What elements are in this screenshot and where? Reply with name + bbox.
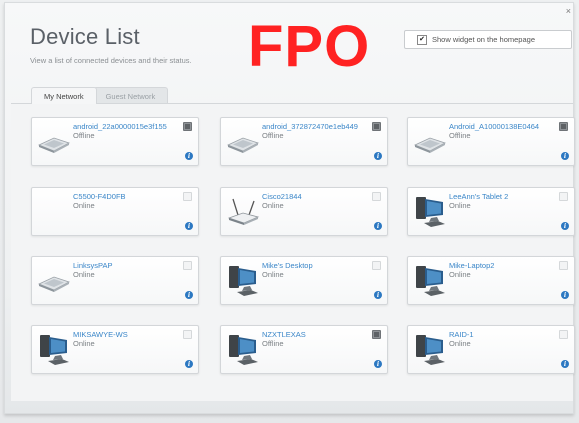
device-select-box[interactable] [372, 122, 381, 131]
phone-icon [225, 123, 261, 159]
phone-icon [36, 123, 72, 159]
info-icon[interactable]: i [374, 291, 382, 299]
device-card-11[interactable]: NZXTLEXAS Offline i [220, 325, 388, 374]
info-icon[interactable]: i [185, 152, 193, 160]
device-card-7[interactable]: LinksysPAP Online i [31, 256, 199, 305]
tab-guest-network[interactable]: Guest Network [92, 87, 169, 104]
info-icon[interactable]: i [185, 222, 193, 230]
device-list-widget: × Device List View a list of connected d… [4, 2, 575, 414]
device-name[interactable]: NZXTLEXAS [262, 330, 306, 339]
device-name[interactable]: Mike-Laptop2 [449, 261, 494, 270]
device-select-box[interactable] [183, 261, 192, 270]
device-status: Online [73, 270, 95, 279]
device-name[interactable]: RAID-1 [449, 330, 474, 339]
close-icon[interactable]: × [566, 6, 571, 16]
device-select-box[interactable] [559, 330, 568, 339]
device-status: Offline [449, 131, 471, 140]
device-status: Online [262, 201, 284, 210]
device-select-box[interactable] [372, 330, 381, 339]
device-status: Online [449, 201, 471, 210]
device-status: Offline [262, 131, 284, 140]
device-select-box[interactable] [372, 261, 381, 270]
device-card-8[interactable]: Mike's Desktop Online i [220, 256, 388, 305]
info-icon[interactable]: i [185, 360, 193, 368]
router-icon [225, 193, 261, 229]
desktop-icon [36, 331, 72, 367]
desktop-icon [412, 193, 448, 229]
info-icon[interactable]: i [374, 152, 382, 160]
info-icon[interactable]: i [561, 222, 569, 230]
device-card-4[interactable]: C5500-F4D0FB Online i [31, 187, 199, 236]
device-grid: android_22a0000015e3f155 Offline i andro… [11, 103, 575, 401]
desktop-icon [412, 262, 448, 298]
device-status: Online [262, 270, 284, 279]
info-icon[interactable]: i [185, 291, 193, 299]
device-name[interactable]: LinksysPAP [73, 261, 112, 270]
show-widget-label: Show widget on the homepage [432, 35, 535, 44]
desktop-icon [225, 331, 261, 367]
device-select-box[interactable] [559, 192, 568, 201]
device-card-10[interactable]: MIKSAWYE-WS Online i [31, 325, 199, 374]
device-card-5[interactable]: Cisco21844 Online i [220, 187, 388, 236]
show-widget-checkbox[interactable]: ✔ [417, 34, 427, 45]
device-name[interactable]: android_22a0000015e3f155 [73, 122, 167, 131]
device-status: Online [73, 339, 95, 348]
phone-icon [412, 123, 448, 159]
info-icon[interactable]: i [561, 360, 569, 368]
device-card-3[interactable]: Android_A10000138E0464 Offline i [407, 117, 575, 166]
device-select-box[interactable] [559, 261, 568, 270]
page-subtitle: View a list of connected devices and the… [30, 56, 192, 65]
device-name[interactable]: Android_A10000138E0464 [449, 122, 539, 131]
network-tabs: My Network Guest Network [31, 87, 169, 104]
device-select-box[interactable] [183, 330, 192, 339]
device-card-12[interactable]: RAID-1 Online i [407, 325, 575, 374]
generic-icon [36, 193, 72, 229]
info-icon[interactable]: i [561, 152, 569, 160]
device-status: Offline [73, 131, 95, 140]
desktop-icon [412, 331, 448, 367]
device-status: Online [73, 201, 95, 210]
show-widget-toggle[interactable]: ✔ Show widget on the homepage [404, 30, 572, 49]
info-icon[interactable]: i [561, 291, 569, 299]
page-title: Device List [30, 24, 140, 49]
device-status: Offline [262, 339, 284, 348]
device-name[interactable]: LeeAnn's Tablet 2 [449, 192, 508, 201]
device-select-box[interactable] [183, 192, 192, 201]
fpo-stamp: FPO [248, 14, 371, 79]
info-icon[interactable]: i [374, 360, 382, 368]
device-status: Online [449, 339, 471, 348]
device-select-box[interactable] [559, 122, 568, 131]
device-card-1[interactable]: android_22a0000015e3f155 Offline i [31, 117, 199, 166]
device-name[interactable]: Mike's Desktop [262, 261, 313, 270]
device-card-9[interactable]: Mike-Laptop2 Online i [407, 256, 575, 305]
device-card-2[interactable]: android_372872470e1eb449 Offline i [220, 117, 388, 166]
device-status: Online [449, 270, 471, 279]
device-select-box[interactable] [372, 192, 381, 201]
info-icon[interactable]: i [374, 222, 382, 230]
device-card-6[interactable]: LeeAnn's Tablet 2 Online i [407, 187, 575, 236]
tab-my-network[interactable]: My Network [31, 87, 97, 104]
device-select-box[interactable] [183, 122, 192, 131]
phone-icon [36, 262, 72, 298]
desktop-icon [225, 262, 261, 298]
device-name[interactable]: android_372872470e1eb449 [262, 122, 358, 131]
device-name[interactable]: MIKSAWYE-WS [73, 330, 128, 339]
device-name[interactable]: C5500-F4D0FB [73, 192, 126, 201]
device-name[interactable]: Cisco21844 [262, 192, 302, 201]
